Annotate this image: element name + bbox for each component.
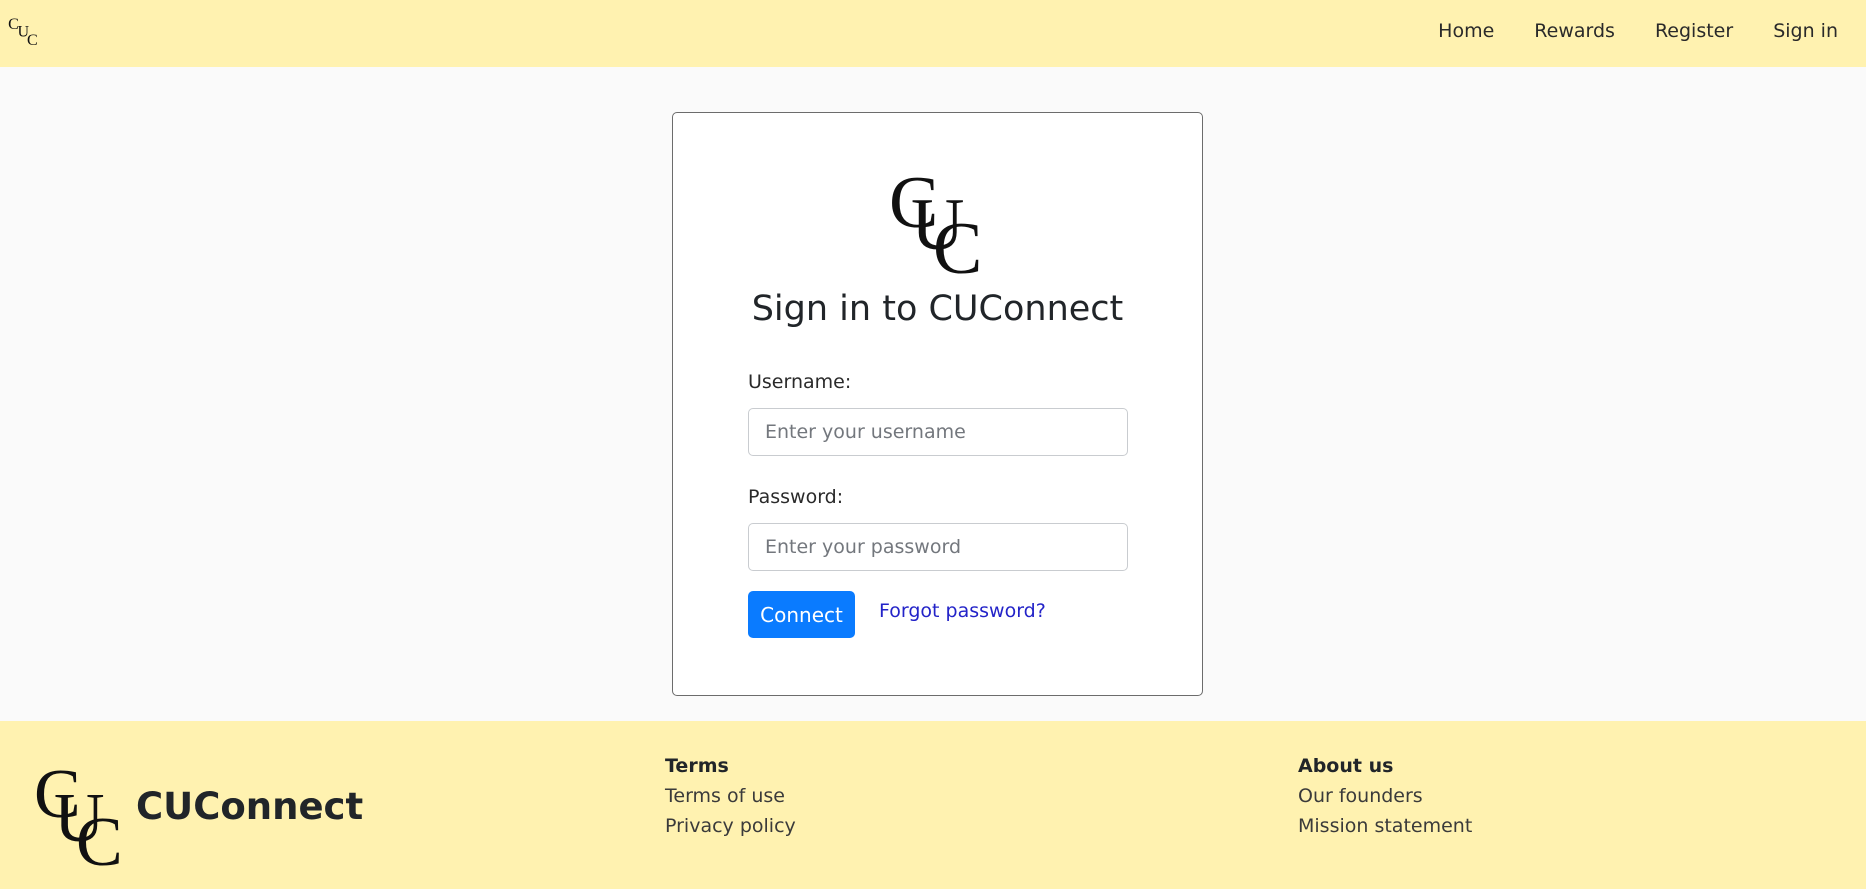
nav-link-sign-in[interactable]: Sign in — [1773, 20, 1838, 42]
nav-links: Home Rewards Register Sign in — [1438, 0, 1838, 62]
top-navbar: C U C Home Rewards Register Sign in — [0, 0, 1866, 67]
nav-link-rewards[interactable]: Rewards — [1534, 20, 1615, 42]
page-title: Sign in to CUConnect — [751, 289, 1124, 329]
nav-link-home[interactable]: Home — [1438, 20, 1494, 42]
connect-button[interactable]: Connect — [748, 591, 855, 638]
footer-terms-column: Terms Terms of use Privacy policy — [665, 751, 796, 841]
footer-about-title: About us — [1298, 755, 1394, 777]
cuc-logo-icon: C U C — [889, 165, 982, 275]
signin-card: C U C Sign in to CUConnect Username: Pas… — [672, 112, 1203, 696]
svg-text:C: C — [27, 32, 38, 48]
footer: C U C CUConnect Terms Terms of use Priva… — [0, 721, 1866, 889]
username-label: Username: — [748, 371, 852, 393]
password-label: Password: — [748, 486, 844, 508]
password-input[interactable] — [748, 523, 1128, 571]
nav-link-register[interactable]: Register — [1655, 20, 1733, 42]
footer-brand-name: CUConnect — [136, 785, 364, 828]
privacy-policy-link[interactable]: Privacy policy — [665, 811, 796, 841]
cuc-logo-icon[interactable]: C U C — [8, 14, 46, 48]
forgot-password-link[interactable]: Forgot password? — [879, 600, 1046, 622]
terms-of-use-link[interactable]: Terms of use — [665, 781, 796, 811]
footer-about-column: About us Our founders Mission statement — [1298, 751, 1472, 841]
our-founders-link[interactable]: Our founders — [1298, 781, 1472, 811]
footer-terms-title: Terms — [665, 755, 729, 777]
username-input[interactable] — [748, 408, 1128, 456]
cuc-logo-icon: C U C — [34, 759, 123, 867]
mission-statement-link[interactable]: Mission statement — [1298, 811, 1472, 841]
svg-text:C: C — [933, 208, 982, 275]
svg-text:C: C — [76, 804, 123, 867]
